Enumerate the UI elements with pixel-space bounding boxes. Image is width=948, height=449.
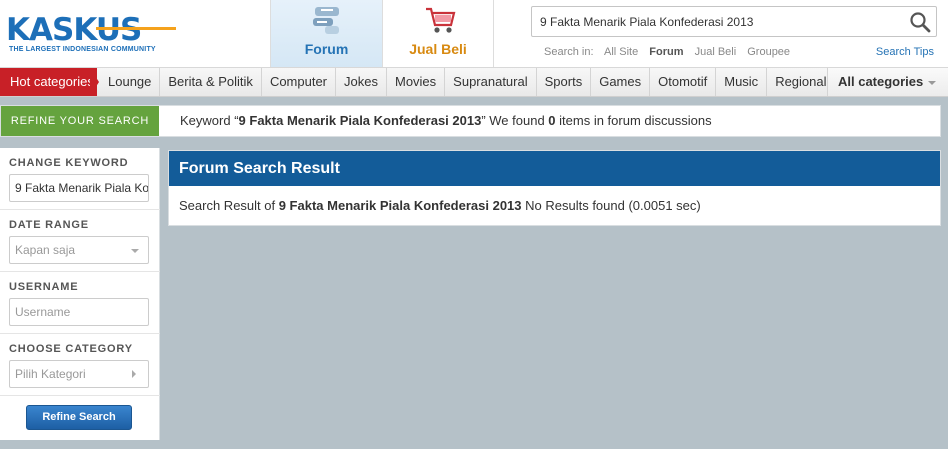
scope-groupee[interactable]: Groupee xyxy=(747,46,790,58)
keyword-summary: Keyword “9 Fakta Menarik Piala Konfedera… xyxy=(180,106,712,136)
chevron-down-icon xyxy=(131,249,139,253)
hot-categories-arrow xyxy=(90,68,99,96)
search-input[interactable] xyxy=(532,7,892,36)
keyword-summary-suffix: items in forum discussions xyxy=(555,113,712,128)
search-box xyxy=(531,6,937,37)
forum-search-result-panel: Forum Search Result Search Result of 9 F… xyxy=(168,150,941,226)
username-field[interactable]: Username xyxy=(9,298,149,326)
tab-forum-label: Forum xyxy=(304,41,349,57)
result-keyword: 9 Fakta Menarik Piala Konfederasi 2013 xyxy=(278,198,522,213)
category-list: Lounge Berita & Politik Computer Jokes M… xyxy=(100,68,836,96)
keyword-summary-keyword: 9 Fakta Menarik Piala Konfederasi 2013 xyxy=(238,113,482,128)
result-prefix: Search Result of xyxy=(179,198,279,213)
keyword-summary-count: 0 xyxy=(548,113,556,128)
logo-wordmark: KASKUS xyxy=(6,12,142,48)
category-computer[interactable]: Computer xyxy=(262,68,337,96)
result-suffix: No Results found (0.0051 sec) xyxy=(521,198,701,213)
site-header: KASKUS THE LARGEST INDONESIAN COMMUNITY … xyxy=(0,0,948,67)
result-title: Forum Search Result xyxy=(169,151,940,186)
refine-strip: REFINE YOUR SEARCH Keyword “9 Fakta Mena… xyxy=(0,105,941,137)
kaskus-logo[interactable]: KASKUS THE LARGEST INDONESIAN COMMUNITY xyxy=(0,8,190,58)
refine-your-search-tag: REFINE YOUR SEARCH xyxy=(1,106,159,136)
date-range-label: DATE RANGE xyxy=(9,219,89,231)
category-placeholder: Pilih Kategori xyxy=(15,367,86,381)
search-content-area: REFINE YOUR SEARCH Keyword “9 Fakta Mena… xyxy=(0,97,948,449)
date-range-section: DATE RANGE Kapan saja xyxy=(0,210,160,272)
chevron-right-icon xyxy=(132,370,136,378)
keyword-summary-mid: ” We found xyxy=(481,113,549,128)
refine-search-button[interactable]: Refine Search xyxy=(26,405,132,430)
category-select[interactable]: Pilih Kategori xyxy=(9,360,149,388)
tab-forum[interactable]: Forum xyxy=(270,0,382,67)
refine-sidebar: CHANGE KEYWORD 9 Fakta Menarik Piala Kon… xyxy=(0,148,160,440)
search-tips-link[interactable]: Search Tips xyxy=(876,46,934,58)
keyword-field[interactable]: 9 Fakta Menarik Piala Konfederasi 2013 xyxy=(9,174,149,202)
tab-jual-beli-label: Jual Beli xyxy=(409,41,467,57)
chevron-down-icon xyxy=(928,80,937,85)
choose-category-label: CHOOSE CATEGORY xyxy=(9,343,133,355)
search-in-label: Search in: xyxy=(544,46,594,58)
choose-category-section: CHOOSE CATEGORY Pilih Kategori xyxy=(0,334,160,396)
scope-forum[interactable]: Forum xyxy=(649,46,683,58)
category-otomotif[interactable]: Otomotif xyxy=(650,68,717,96)
change-keyword-label: CHANGE KEYWORD xyxy=(9,157,129,169)
category-supranatural[interactable]: Supranatural xyxy=(445,68,537,96)
change-keyword-section: CHANGE KEYWORD 9 Fakta Menarik Piala Kon… xyxy=(0,148,160,210)
tab-jual-beli[interactable]: Jual Beli xyxy=(382,0,494,67)
keyword-field-value: 9 Fakta Menarik Piala Konfederasi 2013 xyxy=(15,181,149,195)
category-sports[interactable]: Sports xyxy=(537,68,592,96)
category-lounge[interactable]: Lounge xyxy=(100,68,161,96)
username-label: USERNAME xyxy=(9,281,79,293)
date-range-value: Kapan saja xyxy=(15,243,76,257)
category-music[interactable]: Music xyxy=(716,68,768,96)
category-berita-politik[interactable]: Berita & Politik xyxy=(160,68,262,96)
all-categories-label: All categories xyxy=(838,74,924,89)
category-regional[interactable]: Regional xyxy=(767,68,836,96)
scope-all-site[interactable]: All Site xyxy=(604,46,638,58)
username-placeholder: Username xyxy=(15,305,71,319)
search-icon[interactable] xyxy=(908,10,932,34)
shopping-cart-icon xyxy=(426,7,456,33)
date-range-select[interactable]: Kapan saja xyxy=(9,236,149,264)
logo-accent-stroke xyxy=(96,27,176,30)
search-scope-options: Search in: All Site Forum Jual Beli Grou… xyxy=(544,46,798,58)
category-jokes[interactable]: Jokes xyxy=(336,68,387,96)
hot-categories-button[interactable]: Hot categories xyxy=(0,68,97,96)
all-categories-dropdown[interactable]: All categories xyxy=(827,68,948,96)
scope-jual-beli[interactable]: Jual Beli xyxy=(695,46,737,58)
result-message: Search Result of 9 Fakta Menarik Piala K… xyxy=(179,198,701,213)
keyword-summary-prefix: Keyword “ xyxy=(180,113,239,128)
forum-icon xyxy=(313,7,339,34)
category-bar: Hot categories Lounge Berita & Politik C… xyxy=(0,67,948,97)
category-movies[interactable]: Movies xyxy=(387,68,446,96)
username-section: USERNAME Username xyxy=(0,272,160,334)
category-games[interactable]: Games xyxy=(591,68,651,96)
logo-tagline: THE LARGEST INDONESIAN COMMUNITY xyxy=(9,46,156,53)
